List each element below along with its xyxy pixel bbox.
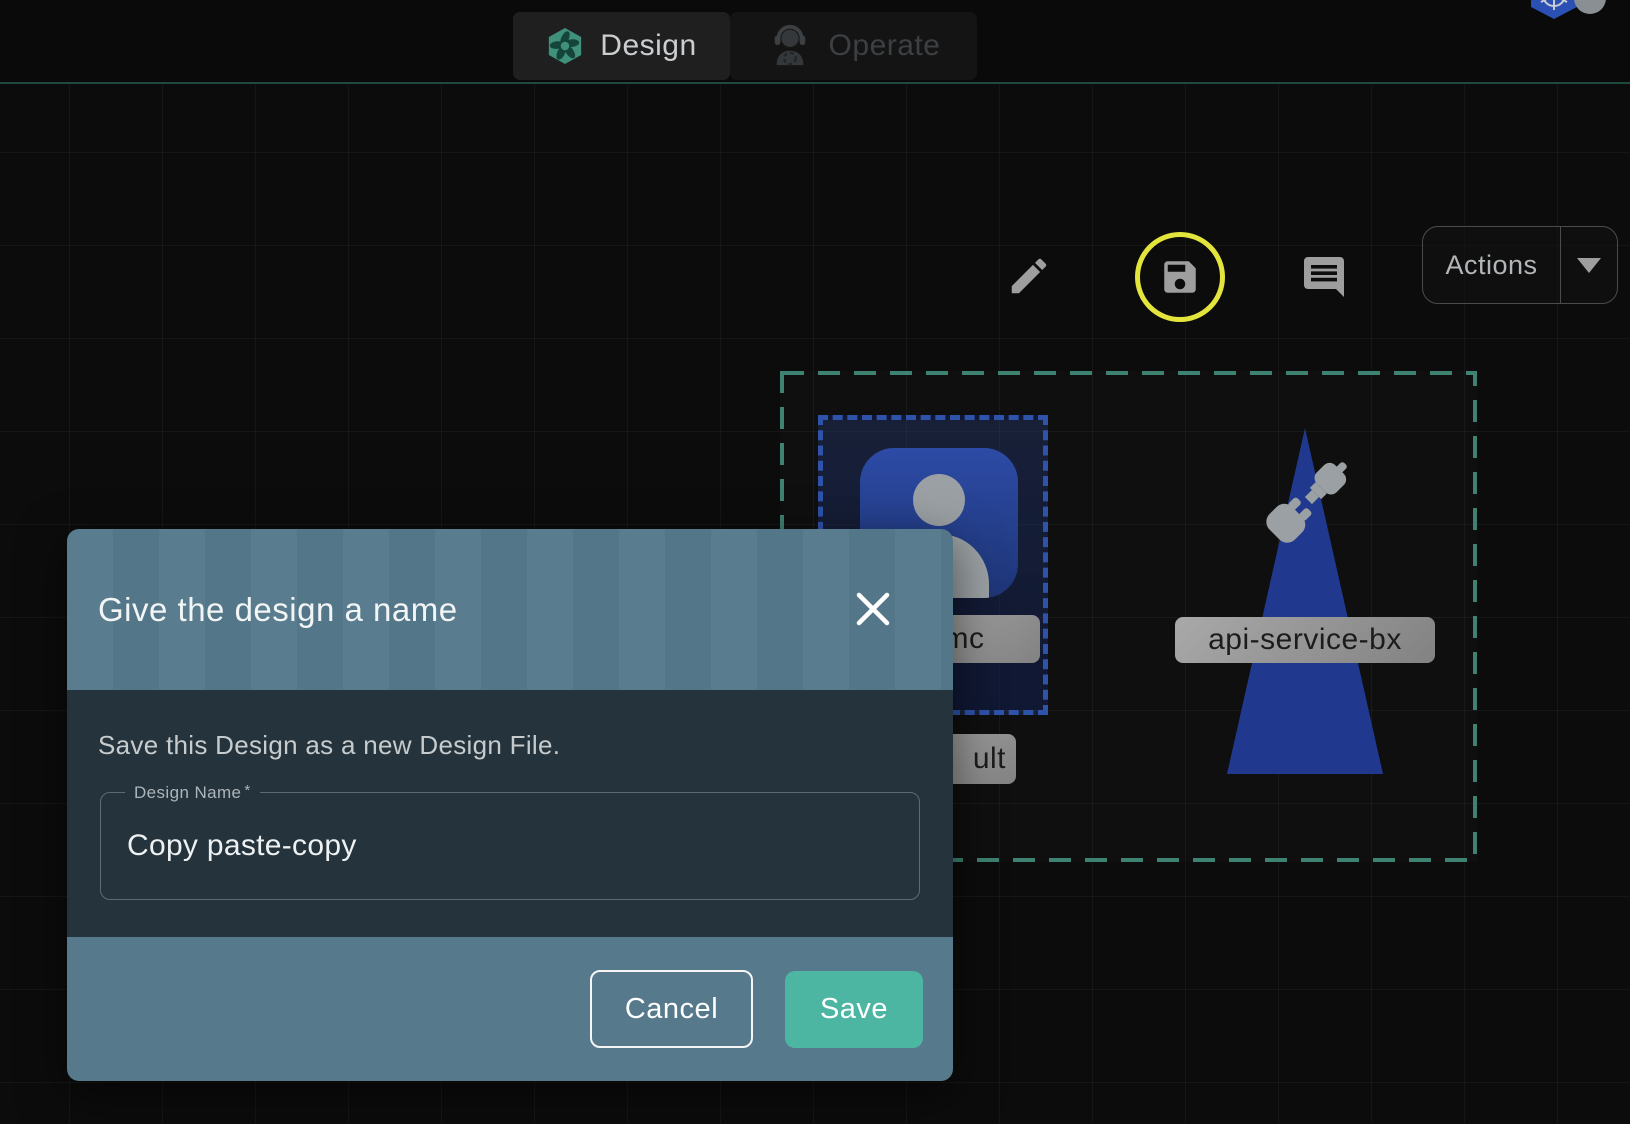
actions-button-label: Actions — [1423, 227, 1560, 303]
modal-title: Give the design a name — [98, 591, 458, 629]
topbar: Design Operate — [0, 0, 1630, 84]
operator-headset-icon — [767, 23, 813, 69]
kubernetes-context-icon[interactable] — [1528, 0, 1580, 20]
plug-icon — [1255, 450, 1359, 554]
node-label-api-service: api-service-bx — [1175, 617, 1435, 663]
save-design-highlight-ring[interactable] — [1135, 232, 1225, 322]
actions-button[interactable]: Actions — [1422, 226, 1618, 304]
cancel-button[interactable]: Cancel — [590, 970, 753, 1048]
tab-operate[interactable]: Operate — [730, 12, 977, 80]
tab-design-label: Design — [600, 29, 696, 63]
modal-body: Save this Design as a new Design File. D… — [67, 690, 953, 937]
design-name-input[interactable] — [101, 793, 919, 899]
close-icon[interactable] — [851, 587, 895, 631]
modal-header: Give the design a name — [67, 529, 953, 690]
actions-dropdown-toggle[interactable] — [1561, 227, 1617, 303]
chevron-down-icon — [1577, 258, 1601, 273]
edit-icon[interactable] — [1006, 253, 1052, 299]
save-button[interactable]: Save — [785, 971, 923, 1048]
tab-operate-label: Operate — [829, 29, 941, 63]
person-icon — [913, 474, 965, 526]
save-design-modal: Give the design a name Save this Design … — [67, 529, 953, 1081]
tab-design[interactable]: Design — [513, 12, 730, 80]
design-name-field: Design Name* — [100, 792, 920, 900]
save-icon[interactable] — [1159, 256, 1201, 298]
meshery-logo-icon — [546, 27, 584, 65]
comment-icon[interactable] — [1300, 253, 1348, 301]
modal-footer: Cancel Save — [67, 937, 953, 1081]
modal-description: Save this Design as a new Design File. — [98, 730, 560, 761]
